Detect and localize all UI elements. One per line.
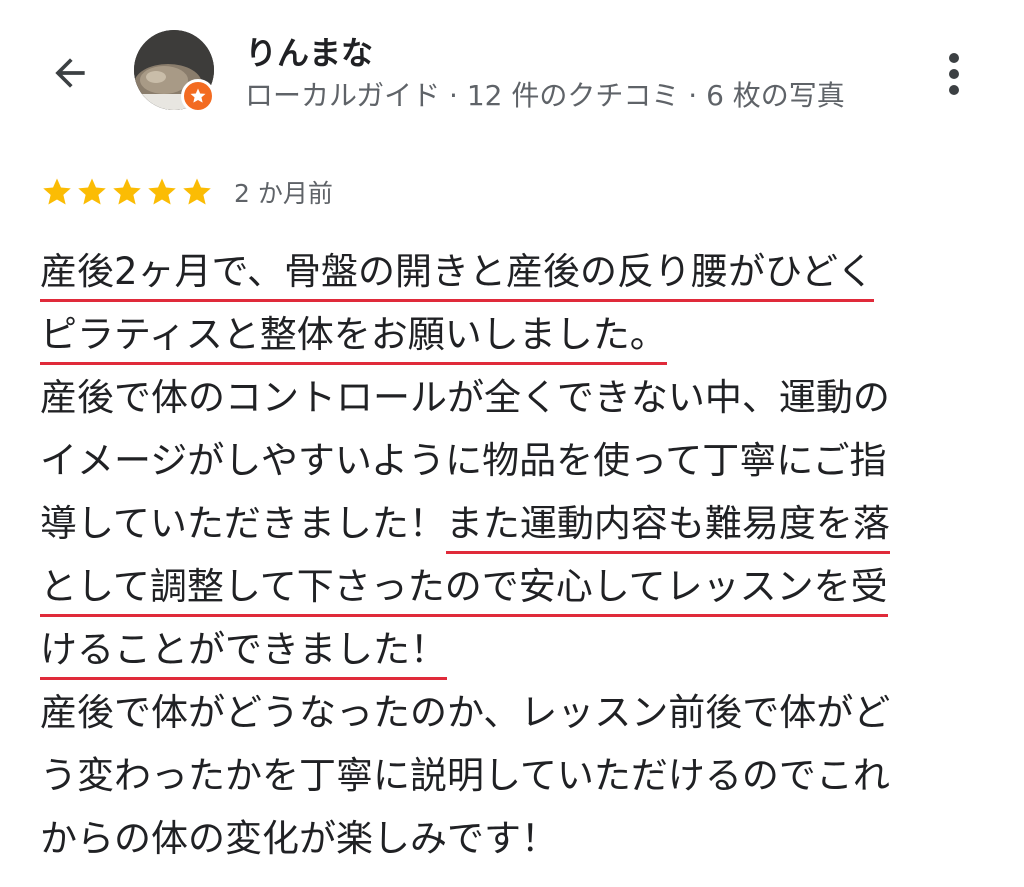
local-guide-star-icon (190, 88, 206, 103)
review-text: 産後2ヶ月で、骨盤の開きと産後の反り腰がひどく ピラティスと整体をお願いしました… (40, 240, 990, 870)
star-rating (40, 175, 214, 209)
review-text-segment: 導していただきました！ (40, 502, 446, 545)
star-icon (183, 178, 211, 205)
review-line: 産後2ヶ月で、骨盤の開きと産後の反り腰がひどく (40, 240, 990, 303)
review-line: う変わったかを丁寧に説明していただけるのでこれ (40, 754, 890, 797)
star-icon (43, 178, 71, 205)
more-vert-icon (949, 53, 959, 95)
review-line: ピラティスと整体をお願いしました。 (40, 303, 990, 366)
review-highlight: また運動内容も難易度を落 (445, 502, 890, 554)
reviewer-meta: ローカルガイド · 12 件のクチコミ · 6 枚の写真 (245, 79, 845, 112)
star-icon (78, 178, 106, 205)
local-guide-badge (181, 79, 215, 113)
review-line: 導していただきました！また運動内容も難易度を落 (40, 492, 990, 555)
star-icon (148, 178, 176, 205)
review-line: けることができました！ (40, 618, 990, 681)
more-options-button[interactable] (932, 44, 976, 104)
star-icon (113, 178, 141, 205)
review-line: からの体の変化が楽しみです！ (40, 817, 558, 860)
review-line: 産後で体がどうなったのか、レッスン前後で体がど (40, 691, 891, 734)
review-line: イメージがしやすいように物品を使って丁寧にご指 (40, 439, 887, 482)
reviewer-name[interactable]: りんまな (245, 28, 373, 74)
rating-row: 2 か月前 (40, 170, 333, 214)
review-highlight: ピラティスと整体をお願いしました。 (40, 313, 667, 365)
review-date: 2 か月前 (234, 179, 333, 208)
review-highlight: 産後2ヶ月で、骨盤の開きと産後の反り腰がひどく (40, 250, 874, 302)
arrow-back-icon (55, 58, 85, 88)
review-line: 産後で体のコントロールが全くできない中、運動の (40, 376, 890, 419)
review-line: として調整して下さったので安心してレッスンを受 (40, 555, 990, 618)
review-highlight: けることができました！ (40, 628, 447, 680)
review-highlight: として調整して下さったので安心してレッスンを受 (40, 565, 888, 617)
back-button[interactable] (40, 46, 100, 100)
